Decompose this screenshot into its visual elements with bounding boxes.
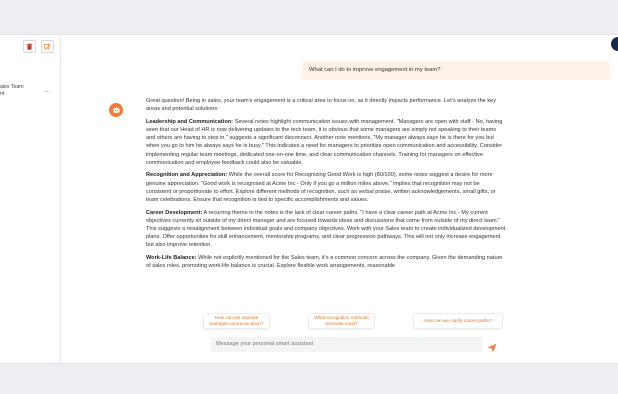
app-window: ales Team nt ... What can I do to improv…	[0, 34, 618, 364]
more-options-icon[interactable]: ...	[44, 87, 51, 94]
top-bar	[0, 0, 618, 34]
response-section: Recognition and Appreciation: While the …	[146, 171, 506, 204]
response-section: Career Development: A recurring theme in…	[146, 209, 506, 250]
conversation-subtitle: nt	[0, 91, 5, 97]
suggestion-chip[interactable]: What recognition methods resonate most?	[308, 313, 375, 329]
suggestion-chips: How can we improve manager communication…	[200, 313, 510, 331]
trash-icon[interactable]	[23, 40, 36, 53]
sidebar: ales Team nt ...	[0, 35, 61, 363]
conversation-title: ales Team	[0, 84, 24, 90]
suggestion-chip[interactable]: How can we clarify career paths?	[413, 313, 503, 329]
section-heading: Work-Life Balance:	[146, 255, 197, 262]
section-heading: Career Development:	[146, 209, 203, 216]
edit-icon[interactable]	[41, 40, 54, 53]
message-input-placeholder: Message your personal smart assistant	[216, 341, 314, 347]
sidebar-toolbar	[23, 40, 54, 53]
response-section: Work-Life Balance: While not explicitly …	[146, 254, 506, 270]
send-icon[interactable]	[487, 340, 497, 353]
section-heading: Leadership and Communication:	[146, 118, 234, 125]
response-intro: Great question! Being in sales, your tea…	[146, 98, 497, 113]
avatar[interactable]	[611, 37, 618, 51]
sidebar-conversation-item[interactable]: ales Team nt ...	[0, 84, 60, 104]
user-message-text: What can I do to improve engagement in m…	[309, 67, 441, 73]
assistant-avatar-icon	[109, 103, 123, 117]
section-heading: Recognition and Appreciation:	[146, 172, 228, 179]
response-section: Leadership and Communication: Several no…	[146, 118, 506, 167]
section-text: Several notes highlight communication is…	[146, 118, 503, 166]
message-input[interactable]: Message your personal smart assistant	[211, 337, 482, 352]
assistant-response: Great question! Being in sales, your tea…	[146, 97, 506, 299]
section-text: While not explicitly mentioned for the S…	[146, 255, 503, 270]
suggestion-chip[interactable]: How can we improve manager communication…	[203, 313, 270, 329]
user-message: What can I do to improve engagement in m…	[302, 61, 610, 80]
